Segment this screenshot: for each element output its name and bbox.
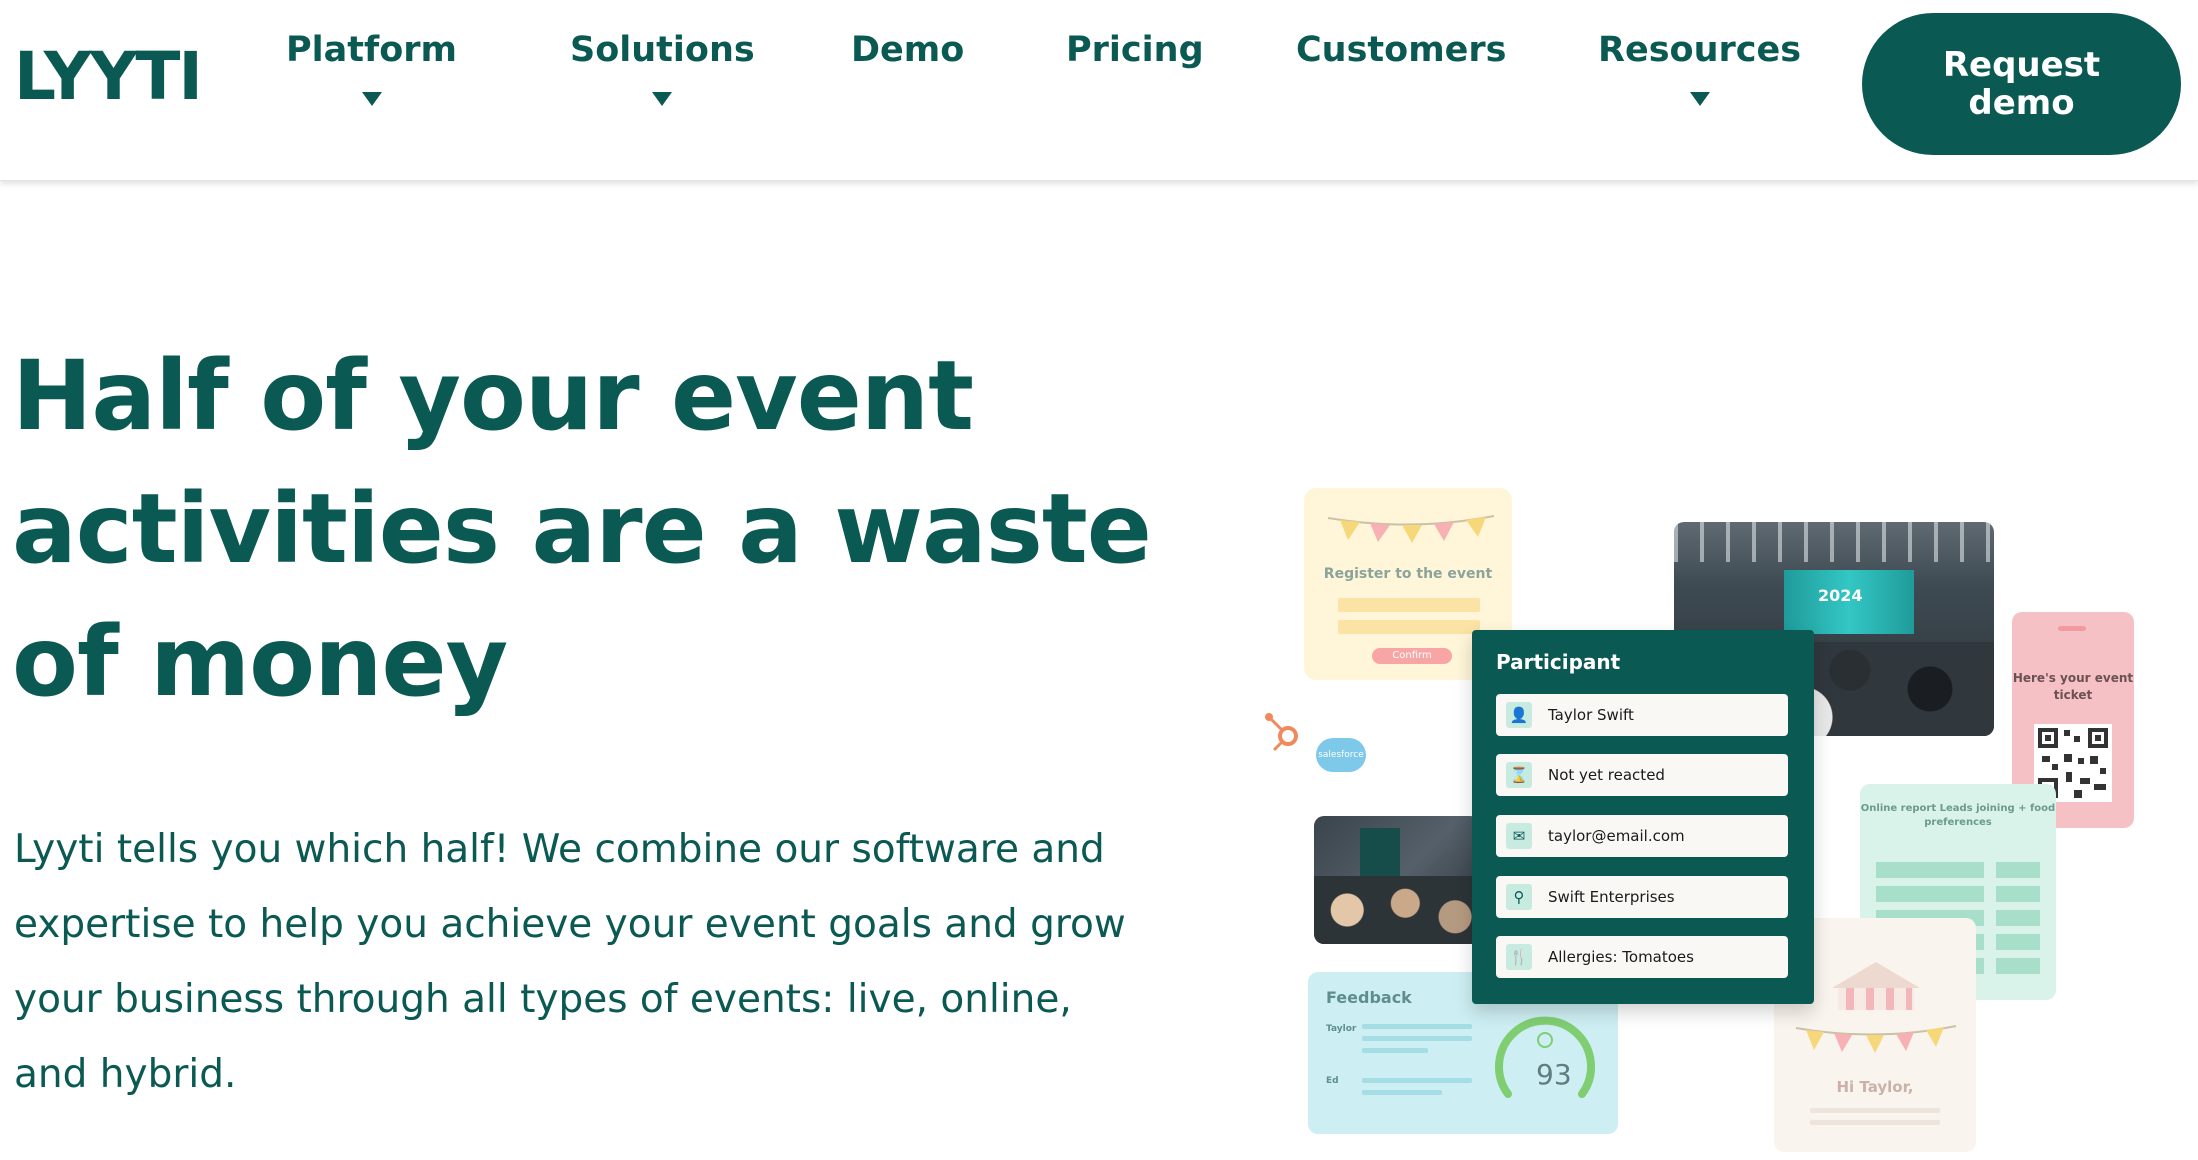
nav-demo-label[interactable]: Demo [851, 30, 964, 70]
hubspot-icon [1265, 713, 1298, 752]
site-header: LYYTI Platform Solutions Demo Pricing Cu… [0, 0, 2198, 181]
meeting-audience [1314, 876, 1480, 944]
greeting-text: Hi Taylor, [1836, 1078, 1914, 1096]
feedback-name: Taylor [1326, 1024, 1357, 1034]
participant-row: 🍴 Allergies: Tomatoes [1496, 936, 1788, 978]
hero-illustration: Register to the event Confirm 2024 sales… [1250, 480, 2198, 1160]
participant-status: Not yet reacted [1548, 766, 1665, 784]
nav-solutions-label[interactable]: Solutions [570, 30, 755, 70]
feedback-line [1362, 1024, 1472, 1029]
report-cell [1996, 886, 2040, 902]
nav-customers[interactable]: Customers [1296, 30, 1507, 70]
chevron-down-icon[interactable] [361, 92, 382, 106]
search-company-icon: ⚲ [1506, 884, 1532, 910]
envelope-icon: ✉ [1506, 823, 1532, 849]
feedback-line [1362, 1078, 1472, 1083]
form-field [1338, 598, 1480, 612]
request-demo-label[interactable]: Request demo [1922, 46, 2121, 122]
bunting-decoration [1327, 515, 1495, 543]
ticket-notch [2058, 626, 2086, 631]
nav-solutions[interactable]: Solutions [570, 30, 755, 106]
request-demo-button[interactable]: Request demo [1862, 13, 2181, 155]
stage-screen-text: 2024 [1818, 586, 1863, 605]
confirm-button: Confirm [1372, 648, 1452, 664]
form-field [1338, 620, 1480, 634]
hero-subtitle: Lyyti tells you which half! We combine o… [14, 827, 1126, 1097]
person-status-icon: ⌛ [1506, 762, 1532, 788]
participant-row: ✉ taylor@email.com [1496, 815, 1788, 857]
register-card-title: Register to the event [1323, 566, 1493, 582]
chevron-down-icon[interactable] [652, 92, 673, 106]
report-cell [1996, 862, 2040, 878]
nav-pricing-label[interactable]: Pricing [1066, 30, 1204, 70]
participant-company: Swift Enterprises [1548, 888, 1675, 906]
stage-lights [1674, 522, 1994, 562]
report-cell [1996, 958, 2040, 974]
feedback-title: Feedback [1326, 988, 1412, 1007]
nav-resources-label[interactable]: Resources [1598, 30, 1801, 70]
report-cell [1876, 886, 1984, 902]
participant-row: ⌛ Not yet reacted [1496, 754, 1788, 796]
participant-card: Participant 👤 Taylor Swift ⌛ Not yet rea… [1472, 630, 1814, 1004]
feedback-line [1362, 1048, 1428, 1053]
feedback-line [1362, 1036, 1472, 1041]
participant-email: taylor@email.com [1548, 827, 1685, 845]
nav-customers-label[interactable]: Customers [1296, 30, 1507, 70]
nav-demo[interactable]: Demo [851, 30, 964, 70]
circus-tent-icon [1832, 962, 1920, 1010]
participant-row: 👤 Taylor Swift [1496, 694, 1788, 736]
hero-title: Half of your event activities are a wast… [12, 340, 1152, 718]
salesforce-icon: salesforce [1316, 738, 1366, 772]
feedback-name: Ed [1326, 1076, 1339, 1086]
stage-screen: 2024 [1784, 570, 1914, 634]
participant-allergies: Allergies: Tomatoes [1548, 948, 1694, 966]
nav-resources[interactable]: Resources [1598, 30, 1801, 106]
meeting-photo [1314, 816, 1480, 944]
nav-platform[interactable]: Platform [286, 30, 457, 106]
feedback-line [1362, 1090, 1442, 1095]
participant-title: Participant [1496, 650, 1621, 674]
lyyti-logo[interactable]: LYYTI [14, 44, 203, 110]
greeting-line [1810, 1108, 1940, 1113]
nav-pricing[interactable]: Pricing [1066, 30, 1204, 70]
participant-row: ⚲ Swift Enterprises [1496, 876, 1788, 918]
cutlery-icon: 🍴 [1506, 944, 1532, 970]
nav-platform-label[interactable]: Platform [286, 30, 457, 70]
chevron-down-icon[interactable] [1689, 92, 1710, 106]
person-icon: 👤 [1506, 702, 1532, 728]
bunting-decoration [1795, 1025, 1957, 1053]
report-cell [1996, 910, 2040, 926]
feedback-score: 93 [1536, 1058, 1572, 1091]
participant-name: Taylor Swift [1548, 706, 1634, 724]
report-text: Online report Leads joining + food prefe… [1860, 803, 2056, 828]
report-cell [1996, 934, 2040, 950]
ticket-text: Here's your event ticket [2012, 671, 2134, 702]
report-cell [1876, 862, 1984, 878]
greeting-line [1810, 1120, 1940, 1125]
